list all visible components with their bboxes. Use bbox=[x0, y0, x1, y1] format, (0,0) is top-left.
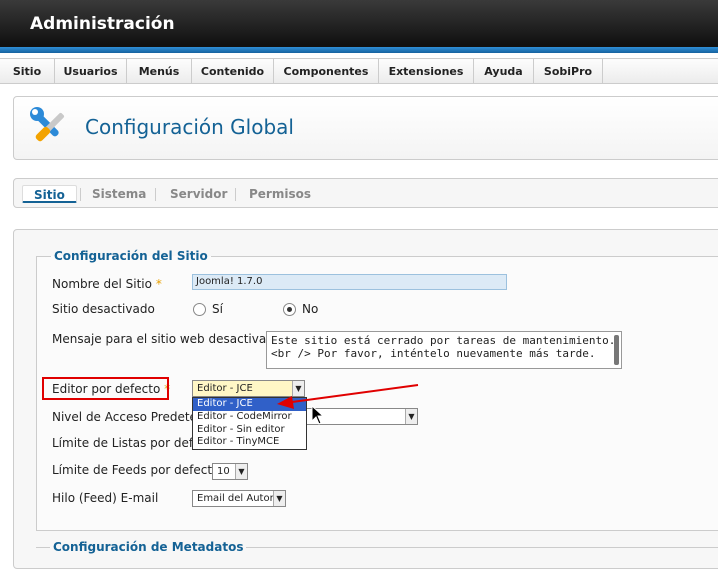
offline-yes-label: Sí bbox=[212, 302, 223, 316]
menu-extensiones[interactable]: Extensiones bbox=[379, 59, 474, 84]
feed-limit-label: Límite de Feeds por defecto bbox=[52, 463, 220, 477]
tab-sitio[interactable]: Sitio bbox=[22, 185, 77, 203]
menu-componentes[interactable]: Componentes bbox=[274, 59, 379, 84]
page-title: Configuración Global bbox=[85, 115, 294, 139]
editor-dropdown-list: Editor - JCE Editor - CodeMirror Editor … bbox=[192, 397, 307, 450]
menu-ayuda[interactable]: Ayuda bbox=[474, 59, 534, 84]
required-marker: * bbox=[155, 277, 162, 291]
chevron-down-icon[interactable]: ▼ bbox=[405, 409, 417, 424]
chevron-down-icon[interactable]: ▼ bbox=[292, 381, 304, 396]
chevron-down-icon[interactable]: ▼ bbox=[235, 464, 247, 479]
feed-limit-value: 10 bbox=[217, 466, 230, 477]
offline-message-text: Este sitio está cerrado por tareas de ma… bbox=[271, 334, 616, 360]
offline-label: Sitio desactivado bbox=[52, 302, 155, 316]
feed-email-select[interactable]: Email del Autor ▼ bbox=[192, 490, 286, 507]
editor-option-jce[interactable]: Editor - JCE bbox=[193, 398, 306, 411]
editor-select[interactable]: Editor - JCE ▼ bbox=[192, 380, 305, 397]
admin-header: Administración bbox=[0, 0, 718, 52]
title-toolbar: Configuración Global bbox=[13, 96, 718, 160]
config-tabs: Sitio Sistema Servidor Permisos bbox=[13, 178, 718, 208]
site-config-legend: Configuración del Sitio bbox=[54, 249, 208, 263]
textarea-scrollbar[interactable] bbox=[614, 335, 619, 365]
offline-yes-radio[interactable] bbox=[193, 303, 206, 316]
feed-limit-select[interactable]: 10 ▼ bbox=[212, 463, 248, 480]
offline-message-label: Mensaje para el sitio web desactivado bbox=[52, 332, 282, 346]
chevron-down-icon[interactable]: ▼ bbox=[273, 491, 285, 506]
site-name-label: Nombre del Sitio * bbox=[52, 277, 162, 291]
feed-email-value: Email del Autor bbox=[197, 493, 274, 504]
offline-no-label: No bbox=[302, 302, 319, 316]
tab-separator bbox=[80, 188, 81, 201]
menu-usuarios[interactable]: Usuarios bbox=[55, 59, 127, 84]
menu-sobipro[interactable]: SobiPro bbox=[534, 59, 603, 84]
menu-sitio[interactable]: Sitio bbox=[0, 59, 55, 84]
header-accent-bar bbox=[0, 47, 718, 53]
editor-highlight-box bbox=[42, 377, 169, 400]
tools-icon bbox=[30, 107, 65, 142]
offline-message-textarea[interactable]: Este sitio está cerrado por tareas de ma… bbox=[266, 331, 622, 369]
site-name-input[interactable]: Joomla! 1.7.0 bbox=[192, 274, 507, 290]
editor-select-value: Editor - JCE bbox=[197, 383, 253, 394]
main-menu: Sitio Usuarios Menús Contenido Component… bbox=[0, 58, 718, 84]
tab-separator bbox=[155, 188, 156, 201]
tab-separator bbox=[235, 188, 236, 201]
access-level-label: Nivel de Acceso Predeterm bbox=[52, 410, 214, 424]
menu-menus[interactable]: Menús bbox=[127, 59, 192, 84]
site-name-label-text: Nombre del Sitio bbox=[52, 277, 152, 291]
tab-sistema[interactable]: Sistema bbox=[92, 187, 146, 202]
tab-permisos[interactable]: Permisos bbox=[249, 187, 311, 202]
offline-no-radio[interactable] bbox=[283, 303, 296, 316]
menu-contenido[interactable]: Contenido bbox=[192, 59, 274, 84]
feed-email-label: Hilo (Feed) E-mail bbox=[52, 491, 159, 505]
editor-option-tinymce[interactable]: Editor - TinyMCE bbox=[193, 436, 306, 449]
tab-servidor[interactable]: Servidor bbox=[170, 187, 227, 202]
metadata-config-legend: Configuración de Metadatos bbox=[50, 540, 247, 554]
admin-title: Administración bbox=[30, 14, 175, 34]
mouse-cursor-icon bbox=[311, 405, 325, 425]
editor-option-none[interactable]: Editor - Sin editor bbox=[193, 424, 306, 437]
editor-option-codemirror[interactable]: Editor - CodeMirror bbox=[193, 411, 306, 424]
